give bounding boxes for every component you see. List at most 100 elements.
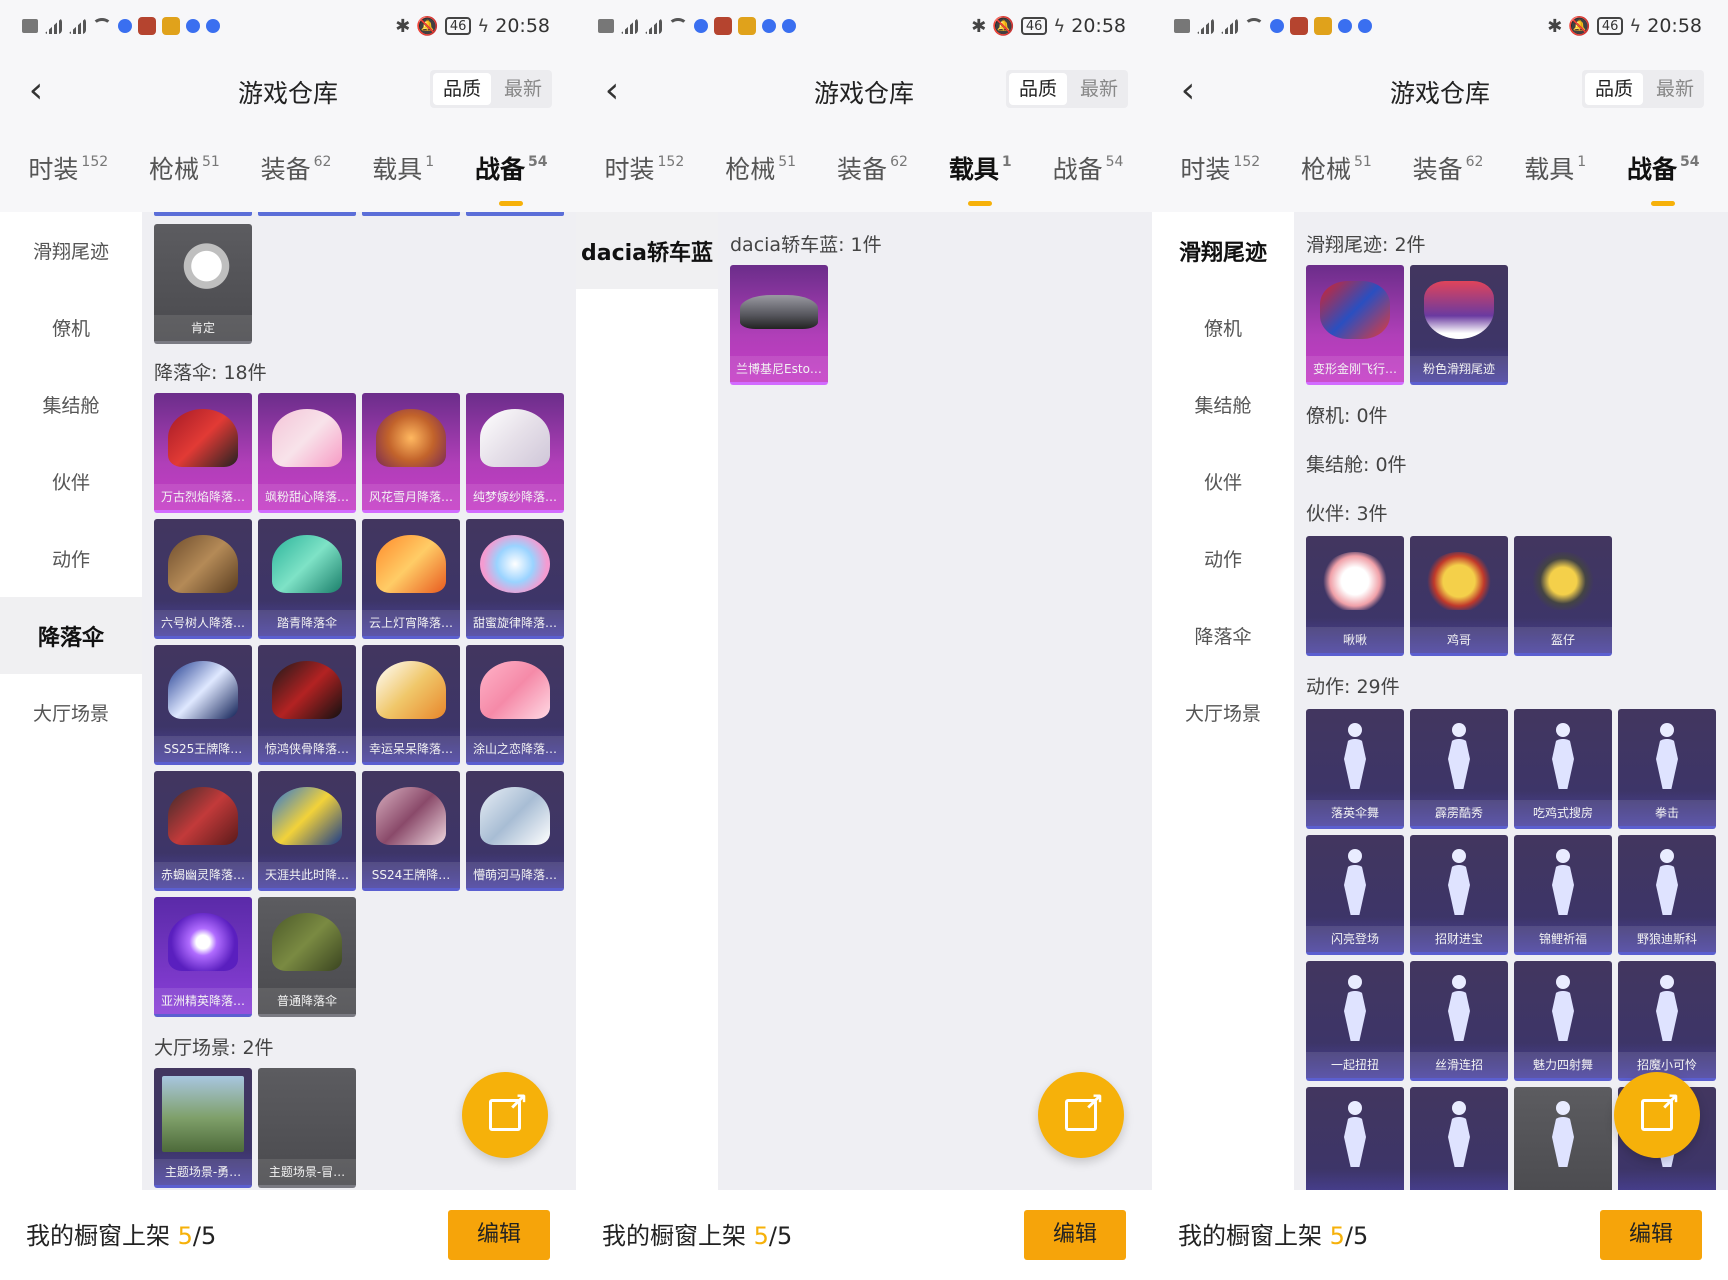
sidebar: 滑翔尾迹 僚机 集结舱 伙伴 动作 降落伞 大厅场景 bbox=[0, 212, 142, 1190]
section-label-wingman: 僚机: 0件 bbox=[1306, 405, 1388, 427]
sidebar-item-parachute[interactable]: 降落伞 bbox=[1152, 597, 1294, 674]
item-tile[interactable]: 普通降落伞 bbox=[258, 897, 356, 1017]
item-tile[interactable]: 六号树人降落… bbox=[154, 519, 252, 639]
tab-fashion[interactable]: 时装 152 bbox=[28, 138, 108, 198]
tab-fashion[interactable]: 时装 152 bbox=[604, 138, 684, 198]
item-tile[interactable]: 粉色滑翔尾迹 bbox=[1410, 265, 1508, 385]
share-button[interactable] bbox=[1614, 1072, 1700, 1158]
sidebar-item-lobby-scene[interactable]: 大厅场景 bbox=[0, 674, 142, 751]
sidebar-item-partner[interactable]: 伙伴 bbox=[0, 443, 142, 520]
sidebar-item-partner[interactable]: 伙伴 bbox=[1152, 443, 1294, 520]
tab-equipment[interactable]: 装备 62 bbox=[837, 138, 908, 198]
item-tile[interactable]: 亚洲精英降落… bbox=[154, 897, 252, 1017]
edit-button[interactable]: 编辑 bbox=[1024, 1210, 1126, 1260]
tab-combat-gear[interactable]: 战备 54 bbox=[475, 138, 548, 206]
item-tile[interactable]: SS24王牌降… bbox=[362, 771, 460, 891]
item-tile[interactable]: 变形金刚飞行… bbox=[1306, 265, 1404, 385]
item-tile[interactable]: 肯定 bbox=[154, 224, 252, 344]
tab-equipment[interactable]: 装备 62 bbox=[1413, 138, 1484, 198]
item-tile[interactable] bbox=[1410, 1087, 1508, 1190]
edit-button[interactable]: 编辑 bbox=[1600, 1210, 1702, 1260]
tab-fashion[interactable]: 时装 152 bbox=[1180, 138, 1260, 198]
item-tile[interactable]: 锦鲤祈福 bbox=[1514, 835, 1612, 955]
edit-button[interactable]: 编辑 bbox=[448, 1210, 550, 1260]
item-tile[interactable]: 风花雪月降落… bbox=[362, 393, 460, 513]
battery-indicator: 46 bbox=[1020, 17, 1048, 35]
tab-vehicles[interactable]: 载具 1 bbox=[1524, 138, 1586, 198]
item-list: 滑翔尾迹: 2件 变形金刚飞行… 粉色滑翔尾迹 僚机: 0件 集结舱: 0件 伙… bbox=[1294, 212, 1728, 1190]
item-tile[interactable]: 魅力四射舞 bbox=[1514, 961, 1612, 1081]
item-tile[interactable]: 懵萌河马降落… bbox=[466, 771, 564, 891]
sidebar-item-wingman[interactable]: 僚机 bbox=[0, 289, 142, 366]
item-tile[interactable]: 野狼迪斯科 bbox=[1618, 835, 1716, 955]
sort-quality-button[interactable]: 品质 bbox=[432, 73, 491, 105]
mute-icon: 🔕 bbox=[992, 15, 1015, 37]
sidebar-item-rally-pod[interactable]: 集结舱 bbox=[1152, 366, 1294, 443]
item-name: 亚洲精英降落… bbox=[154, 988, 252, 1014]
sort-quality-button[interactable]: 品质 bbox=[1584, 73, 1643, 105]
sort-newest-button[interactable]: 最新 bbox=[1070, 70, 1128, 108]
item-tile[interactable]: 啾啾 bbox=[1306, 536, 1404, 656]
tab-equipment[interactable]: 装备 62 bbox=[261, 138, 332, 198]
item-name: 粉色滑翔尾迹 bbox=[1410, 356, 1508, 382]
item-tile[interactable]: 吃鸡式搜房 bbox=[1514, 709, 1612, 829]
item-name: 万古烈焰降落… bbox=[154, 484, 252, 510]
item-tile[interactable]: 闪亮登场 bbox=[1306, 835, 1404, 955]
share-button[interactable] bbox=[1038, 1072, 1124, 1158]
item-tile[interactable]: 惊鸿侠骨降落… bbox=[258, 645, 356, 765]
sidebar-item-lobby-scene[interactable]: 大厅场景 bbox=[1152, 674, 1294, 751]
item-tile[interactable]: 纯梦嫁纱降落… bbox=[466, 393, 564, 513]
sidebar-item-wingman[interactable]: 僚机 bbox=[1152, 289, 1294, 366]
sidebar-item-vehicle[interactable]: dacia轿车蓝 bbox=[576, 212, 718, 289]
item-tile[interactable]: 鸡哥 bbox=[1410, 536, 1508, 656]
tab-vehicles[interactable]: 载具 1 bbox=[949, 138, 1012, 206]
tab-combat-gear[interactable]: 战备 54 bbox=[1053, 138, 1124, 198]
sidebar-item-glide-trail[interactable]: 滑翔尾迹 bbox=[1152, 212, 1294, 289]
sort-quality-button[interactable]: 品质 bbox=[1008, 73, 1067, 105]
item-tile[interactable]: 幸运呆呆降落… bbox=[362, 645, 460, 765]
item-tile[interactable]: 一起扭扭 bbox=[1306, 961, 1404, 1081]
sidebar-item-glide-trail[interactable]: 滑翔尾迹 bbox=[0, 212, 142, 289]
item-tile[interactable]: 招财进宝 bbox=[1410, 835, 1508, 955]
parachute-icon bbox=[272, 661, 342, 719]
item-tile[interactable]: 天涯共此时降… bbox=[258, 771, 356, 891]
item-tile[interactable]: 落英伞舞 bbox=[1306, 709, 1404, 829]
item-tile[interactable]: 万古烈焰降落… bbox=[154, 393, 252, 513]
sidebar-item-parachute[interactable]: 降落伞 bbox=[0, 597, 142, 674]
share-button[interactable] bbox=[462, 1072, 548, 1158]
item-tile[interactable]: 兰博基尼Esto… bbox=[730, 265, 828, 385]
item-tile[interactable]: 盔仔 bbox=[1514, 536, 1612, 656]
sidebar-item-rally-pod[interactable]: 集结舱 bbox=[0, 366, 142, 443]
tab-guns[interactable]: 枪械 51 bbox=[149, 138, 220, 198]
item-tile[interactable]: 踏青降落伞 bbox=[258, 519, 356, 639]
tab-guns[interactable]: 枪械 51 bbox=[725, 138, 796, 198]
item-tile[interactable]: SS25王牌降… bbox=[154, 645, 252, 765]
item-tile[interactable]: 涂山之恋降落… bbox=[466, 645, 564, 765]
sort-newest-button[interactable]: 最新 bbox=[494, 70, 552, 108]
item-tile[interactable]: 云上灯宵降落… bbox=[362, 519, 460, 639]
tab-vehicles[interactable]: 载具 1 bbox=[372, 138, 434, 198]
app-notification-icon bbox=[206, 19, 220, 33]
item-name: 甜蜜旋律降落… bbox=[466, 610, 564, 636]
item-tile[interactable]: 主题场景-勇… bbox=[154, 1068, 252, 1188]
item-tile[interactable]: 丝滑连招 bbox=[1410, 961, 1508, 1081]
item-tile[interactable]: 飒粉甜心降落… bbox=[258, 393, 356, 513]
sort-newest-button[interactable]: 最新 bbox=[1646, 70, 1704, 108]
item-tile[interactable]: 主题场景-冒… bbox=[258, 1068, 356, 1188]
item-tile[interactable] bbox=[1306, 1087, 1404, 1190]
item-tile[interactable]: 拳击 bbox=[1618, 709, 1716, 829]
sidebar-item-emote[interactable]: 动作 bbox=[0, 520, 142, 597]
item-tile[interactable] bbox=[1514, 1087, 1612, 1190]
signal-icon bbox=[1196, 18, 1214, 34]
tab-combat-gear[interactable]: 战备 54 bbox=[1627, 138, 1700, 206]
parachute-icon bbox=[376, 787, 446, 845]
item-tile[interactable]: 招魔小可怜 bbox=[1618, 961, 1716, 1081]
item-tile[interactable]: 赤蝎幽灵降落… bbox=[154, 771, 252, 891]
tab-guns[interactable]: 枪械 51 bbox=[1301, 138, 1372, 198]
item-tile[interactable]: 甜蜜旋律降落… bbox=[466, 519, 564, 639]
item-tile[interactable]: 霹雳酷秀 bbox=[1410, 709, 1508, 829]
sidebar-item-emote[interactable]: 动作 bbox=[1152, 520, 1294, 597]
dance-figure-icon bbox=[1652, 723, 1682, 793]
section-label-lobby: 大厅场景: 2件 bbox=[154, 1037, 274, 1059]
dance-figure-icon bbox=[1548, 849, 1578, 919]
